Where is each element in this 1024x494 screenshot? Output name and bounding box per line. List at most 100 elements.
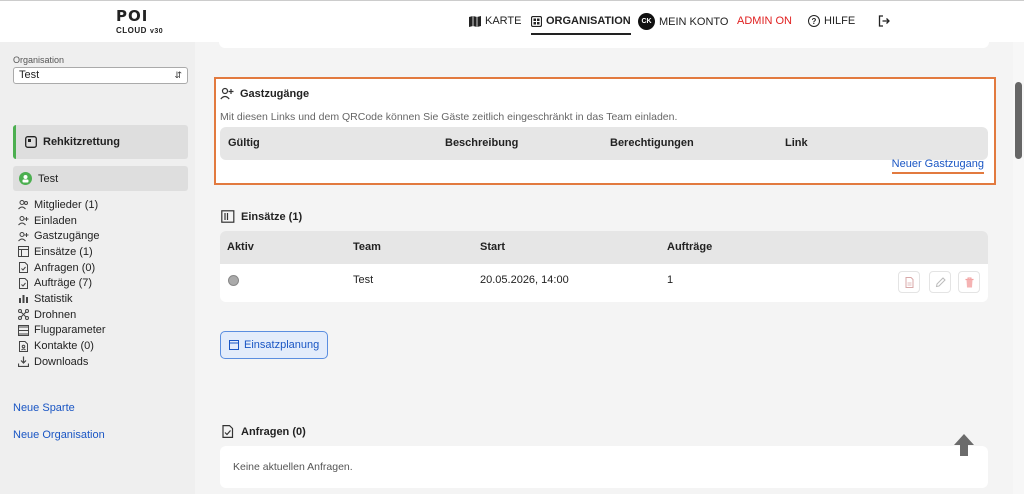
nav-organisation-label: ORGANISATION: [546, 15, 631, 27]
anfragen-title: Anfragen (0): [221, 425, 306, 438]
scroll-to-top-icon[interactable]: [952, 432, 976, 458]
team-menu: Mitglieder (1) Einladen Gastzugänge Eins…: [18, 197, 106, 370]
grid-icon: [531, 15, 542, 27]
column-header[interactable]: Gültig: [228, 137, 260, 149]
sidebar-item-einladen[interactable]: Einladen: [18, 213, 106, 229]
drone-icon: [18, 309, 29, 321]
chevron-updown-icon: ⇵: [174, 70, 182, 80]
top-bar: POI CLOUD v30 KARTE ORGANISATION CK MEIN …: [0, 0, 1024, 42]
nav-admin-label: ADMIN ON: [737, 15, 792, 27]
main-content: Gastzugänge Mit diesen Links und dem QRC…: [195, 42, 1013, 494]
download-icon: [18, 356, 29, 368]
operations-icon: [18, 246, 29, 258]
gastzugaenge-description: Mit diesen Links und dem QRCode können S…: [220, 111, 678, 123]
nav-admin-toggle[interactable]: ADMIN ON: [737, 15, 792, 27]
orders-icon: [19, 277, 28, 289]
sparte-icon: [25, 136, 37, 148]
column-header[interactable]: Aktiv: [227, 241, 254, 253]
logo[interactable]: POI CLOUD v30: [116, 7, 176, 37]
table-row[interactable]: Test 20.05.2026, 14:00 1: [220, 264, 988, 302]
column-header[interactable]: Aufträge: [667, 241, 712, 253]
pdf-button[interactable]: [898, 271, 920, 293]
delete-button[interactable]: [958, 271, 980, 293]
sidebar-item-downloads[interactable]: Downloads: [18, 354, 106, 370]
previous-card-bottom: [219, 42, 989, 48]
logo-cloud-text: CLOUD: [116, 26, 147, 35]
sparte-label: Rehkitzrettung: [43, 136, 120, 148]
sidebar: Organisation Test ⇵ Rehkitzrettung Test …: [0, 42, 195, 494]
status-indicator-icon: [228, 275, 239, 286]
gastzugaenge-table-header: Gültig Beschreibung Berechtigungen Link: [220, 127, 988, 160]
team-label: Test: [38, 172, 59, 185]
organisation-label: Organisation: [13, 55, 65, 65]
sidebar-item-label: Drohnen: [34, 308, 77, 321]
help-icon: ?: [808, 15, 820, 27]
statistics-icon: [19, 295, 28, 304]
column-header[interactable]: Berechtigungen: [610, 137, 694, 149]
logout-icon: [878, 15, 890, 27]
anfragen-title-text: Anfragen (0): [241, 425, 306, 438]
neue-sparte-link[interactable]: Neue Sparte: [13, 402, 75, 414]
sidebar-item-anfragen[interactable]: Anfragen (0): [18, 260, 106, 276]
sparte-item[interactable]: Rehkitzrettung: [13, 125, 188, 159]
organisation-select[interactable]: Test ⇵: [13, 67, 188, 84]
logout-button[interactable]: [878, 15, 890, 27]
anfragen-empty-text: Keine aktuellen Anfragen.: [233, 461, 353, 473]
column-header[interactable]: Team: [353, 241, 381, 253]
sidebar-item-label: Kontakte (0): [34, 340, 94, 353]
add-user-icon: [220, 87, 234, 100]
team-avatar-icon: [19, 172, 32, 185]
nav-mein-konto-label: MEIN KONTO: [659, 15, 729, 28]
requests-icon: [19, 262, 28, 274]
sidebar-item-label: Aufträge (7): [34, 277, 93, 290]
sidebar-item-label: Mitglieder (1): [34, 198, 99, 211]
sidebar-item-einsaetze[interactable]: Einsätze (1): [18, 244, 106, 260]
sidebar-item-auftraege[interactable]: Aufträge (7): [18, 275, 106, 291]
sidebar-item-label: Einsätze (1): [34, 245, 93, 258]
gastzugaenge-title: Gastzugänge: [220, 87, 309, 100]
sidebar-item-label: Downloads: [34, 355, 89, 368]
pdf-icon: [905, 276, 913, 288]
gastzugaenge-title-text: Gastzugänge: [240, 87, 310, 100]
invite-icon: [18, 216, 29, 226]
members-icon: [18, 200, 28, 210]
sidebar-item-label: Anfragen (0): [34, 261, 96, 274]
nav-hilfe[interactable]: ? HILFE: [808, 15, 855, 27]
neuer-gastzugang-link[interactable]: Neuer Gastzugang: [891, 158, 984, 174]
sidebar-item-kontakte[interactable]: Kontakte (0): [18, 338, 106, 354]
column-header[interactable]: Link: [785, 137, 808, 149]
team-item[interactable]: Test: [13, 166, 188, 191]
calendar-icon: [229, 340, 239, 350]
logo-sub: CLOUD v30: [116, 26, 163, 35]
column-header[interactable]: Start: [480, 241, 505, 253]
einsaetze-table: Aktiv Team Start Aufträge Test 20.05.202…: [220, 231, 988, 302]
sidebar-item-label: Gastzugänge: [34, 230, 100, 243]
edit-button[interactable]: [929, 271, 951, 293]
nav-mein-konto[interactable]: CK MEIN KONTO: [638, 13, 728, 30]
flight-params-icon: [18, 324, 29, 336]
einsatzplanung-button[interactable]: Einsatzplanung: [220, 331, 329, 359]
nav-organisation[interactable]: ORGANISATION: [531, 15, 631, 35]
sidebar-item-gastzugaenge[interactable]: Gastzugänge: [18, 228, 106, 244]
sidebar-item-flugparameter[interactable]: Flugparameter: [18, 323, 106, 339]
sidebar-item-label: Flugparameter: [34, 324, 106, 337]
sidebar-item-statistik[interactable]: Statistik: [18, 291, 106, 307]
nav-karte[interactable]: KARTE: [469, 15, 521, 27]
column-header[interactable]: Beschreibung: [445, 137, 518, 149]
einsaetze-title-text: Einsätze (1): [241, 210, 303, 223]
contacts-icon: [19, 340, 28, 352]
nav-hilfe-label: HILFE: [824, 15, 856, 27]
sidebar-item-drohnen[interactable]: Drohnen: [18, 307, 106, 323]
sidebar-item-label: Einladen: [34, 214, 77, 227]
map-icon: [469, 15, 481, 27]
trash-icon: [965, 277, 973, 287]
scrollbar[interactable]: [1013, 42, 1024, 494]
gastzugaenge-section: Gastzugänge Mit diesen Links und dem QRC…: [214, 77, 996, 185]
row-team: Test: [353, 274, 374, 286]
organisation-select-value: Test: [19, 69, 40, 81]
sidebar-item-mitglieder[interactable]: Mitglieder (1): [18, 197, 106, 213]
scrollbar-thumb[interactable]: [1015, 82, 1022, 159]
neue-organisation-link[interactable]: Neue Organisation: [13, 429, 105, 441]
guest-access-icon: [18, 231, 29, 242]
einsaetze-title: Einsätze (1): [221, 210, 302, 223]
